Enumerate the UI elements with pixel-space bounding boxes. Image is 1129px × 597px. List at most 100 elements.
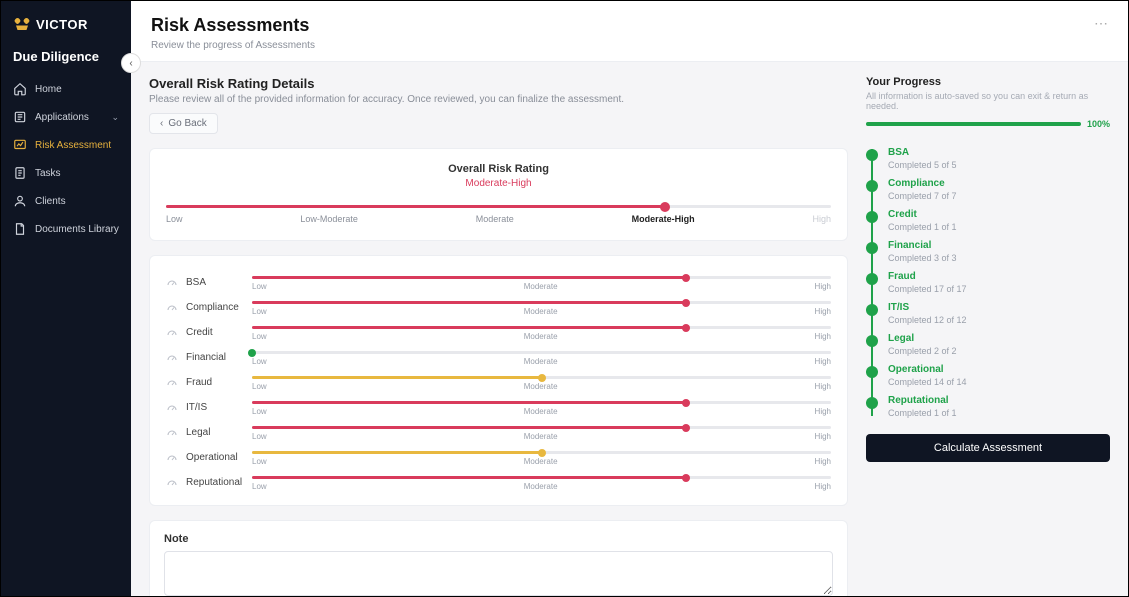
nav-clients[interactable]: Clients [1, 188, 131, 214]
more-icon[interactable]: ⋯ [1094, 15, 1108, 32]
category-row: Fraud Low Moderate High [166, 368, 831, 393]
progress-item-name: Fraud [888, 271, 967, 282]
brand-logo: VICTOR [1, 11, 131, 43]
category-slider[interactable] [252, 401, 831, 404]
progress-item[interactable]: Compliance Completed 7 of 7 [866, 174, 1110, 205]
progress-dot-icon [866, 397, 878, 409]
progress-item-sub: Completed 7 of 7 [888, 191, 957, 201]
category-slider[interactable] [252, 451, 831, 454]
category-slider[interactable] [252, 426, 831, 429]
page-header: Risk Assessments Review the progress of … [131, 1, 1128, 62]
category-label: Fraud [186, 377, 244, 388]
progress-item[interactable]: Legal Completed 2 of 2 [866, 329, 1110, 360]
progress-dot-icon [866, 304, 878, 316]
overall-rating-card: Overall Risk Rating Moderate-High LowLow… [149, 148, 848, 241]
progress-item-name: Legal [888, 333, 957, 344]
progress-checklist: BSA Completed 5 of 5 Compliance Complete… [866, 143, 1110, 422]
tick-high: High [815, 407, 831, 416]
module-title: Due Diligence [1, 43, 131, 76]
go-back-button[interactable]: ‹ Go Back [149, 113, 218, 134]
category-slider[interactable] [252, 326, 831, 329]
progress-item[interactable]: Financial Completed 3 of 3 [866, 236, 1110, 267]
category-slider[interactable] [252, 301, 831, 304]
category-row: Compliance Low Moderate High [166, 293, 831, 318]
progress-item[interactable]: Reputational Completed 1 of 1 [866, 391, 1110, 422]
nav-risk-assessment[interactable]: Risk Assessment [1, 132, 131, 158]
tick-mid: Moderate [524, 307, 558, 316]
progress-item[interactable]: BSA Completed 5 of 5 [866, 143, 1110, 174]
gauge-icon [166, 377, 178, 389]
tick-low: Low [252, 407, 267, 416]
tick-high: High [815, 307, 831, 316]
progress-dot-icon [866, 211, 878, 223]
progress-item-sub: Completed 17 of 17 [888, 284, 967, 294]
tick-mid: Moderate [524, 382, 558, 391]
section-desc: Please review all of the provided inform… [149, 94, 848, 105]
nav-applications[interactable]: Applications ⌄ [1, 104, 131, 130]
note-textarea[interactable] [164, 551, 833, 596]
sidebar: VICTOR Due Diligence Home Applications ⌄… [1, 1, 131, 596]
progress-item[interactable]: Credit Completed 1 of 1 [866, 205, 1110, 236]
nav: Home Applications ⌄ Risk Assessment Task… [1, 76, 131, 242]
category-slider[interactable] [252, 276, 831, 279]
sidebar-collapse-button[interactable]: ‹ [121, 53, 141, 73]
category-row: BSA Low Moderate High [166, 268, 831, 293]
category-row: IT/IS Low Moderate High [166, 393, 831, 418]
chevron-down-icon: ⌄ [111, 112, 119, 123]
progress-item-sub: Completed 14 of 14 [888, 377, 967, 387]
progress-item-name: Operational [888, 364, 967, 375]
progress-item[interactable]: Operational Completed 14 of 14 [866, 360, 1110, 391]
nav-label: Tasks [35, 168, 61, 179]
progress-title: Your Progress [866, 76, 1110, 88]
category-slider[interactable] [252, 476, 831, 479]
nav-documents[interactable]: Documents Library [1, 216, 131, 242]
progress-item-name: Financial [888, 240, 957, 251]
section-title: Overall Risk Rating Details [149, 76, 848, 91]
tick-mid: Moderate [524, 357, 558, 366]
category-label: Operational [186, 452, 244, 463]
overall-tick-label: Low [166, 214, 183, 224]
category-slider[interactable] [252, 376, 831, 379]
clients-icon [13, 194, 27, 208]
progress-percent: 100% [1087, 119, 1110, 129]
tick-low: Low [252, 482, 267, 491]
category-row: Credit Low Moderate High [166, 318, 831, 343]
progress-item[interactable]: IT/IS Completed 12 of 12 [866, 298, 1110, 329]
nav-label: Documents Library [35, 224, 119, 235]
calculate-assessment-button[interactable]: Calculate Assessment [866, 434, 1110, 462]
tick-high: High [815, 357, 831, 366]
progress-item-sub: Completed 1 of 1 [888, 408, 957, 418]
category-slider[interactable] [252, 351, 831, 354]
page-subtitle: Review the progress of Assessments [151, 40, 315, 51]
risk-icon [13, 138, 27, 152]
progress-item-sub: Completed 12 of 12 [888, 315, 967, 325]
chevron-left-icon: ‹ [160, 118, 163, 129]
section-header: Overall Risk Rating Details Please revie… [149, 76, 848, 134]
tick-mid: Moderate [524, 482, 558, 491]
category-label: IT/IS [186, 402, 244, 413]
overall-rating-slider[interactable]: LowLow-ModerateModerateModerate-HighHigh [166, 205, 831, 224]
overall-tick-label: Moderate [476, 214, 514, 224]
progress-item-name: Credit [888, 209, 957, 220]
category-row: Legal Low Moderate High [166, 418, 831, 443]
nav-home[interactable]: Home [1, 76, 131, 102]
progress-item[interactable]: Fraud Completed 17 of 17 [866, 267, 1110, 298]
documents-icon [13, 222, 27, 236]
tick-mid: Moderate [524, 332, 558, 341]
go-back-label: Go Back [168, 118, 206, 129]
category-ratings-card: BSA Low Moderate High Compliance Low Mod… [149, 255, 848, 506]
nav-tasks[interactable]: Tasks [1, 160, 131, 186]
gauge-icon [166, 477, 178, 489]
gauge-icon [166, 452, 178, 464]
overall-rating-value: Moderate-High [166, 178, 831, 189]
progress-dot-icon [866, 335, 878, 347]
overall-tick-label: Low-Moderate [300, 214, 358, 224]
category-label: BSA [186, 277, 244, 288]
tick-high: High [815, 457, 831, 466]
progress-bar [866, 122, 1081, 126]
category-label: Financial [186, 352, 244, 363]
gauge-icon [166, 402, 178, 414]
tick-low: Low [252, 382, 267, 391]
tick-high: High [815, 282, 831, 291]
tasks-icon [13, 166, 27, 180]
